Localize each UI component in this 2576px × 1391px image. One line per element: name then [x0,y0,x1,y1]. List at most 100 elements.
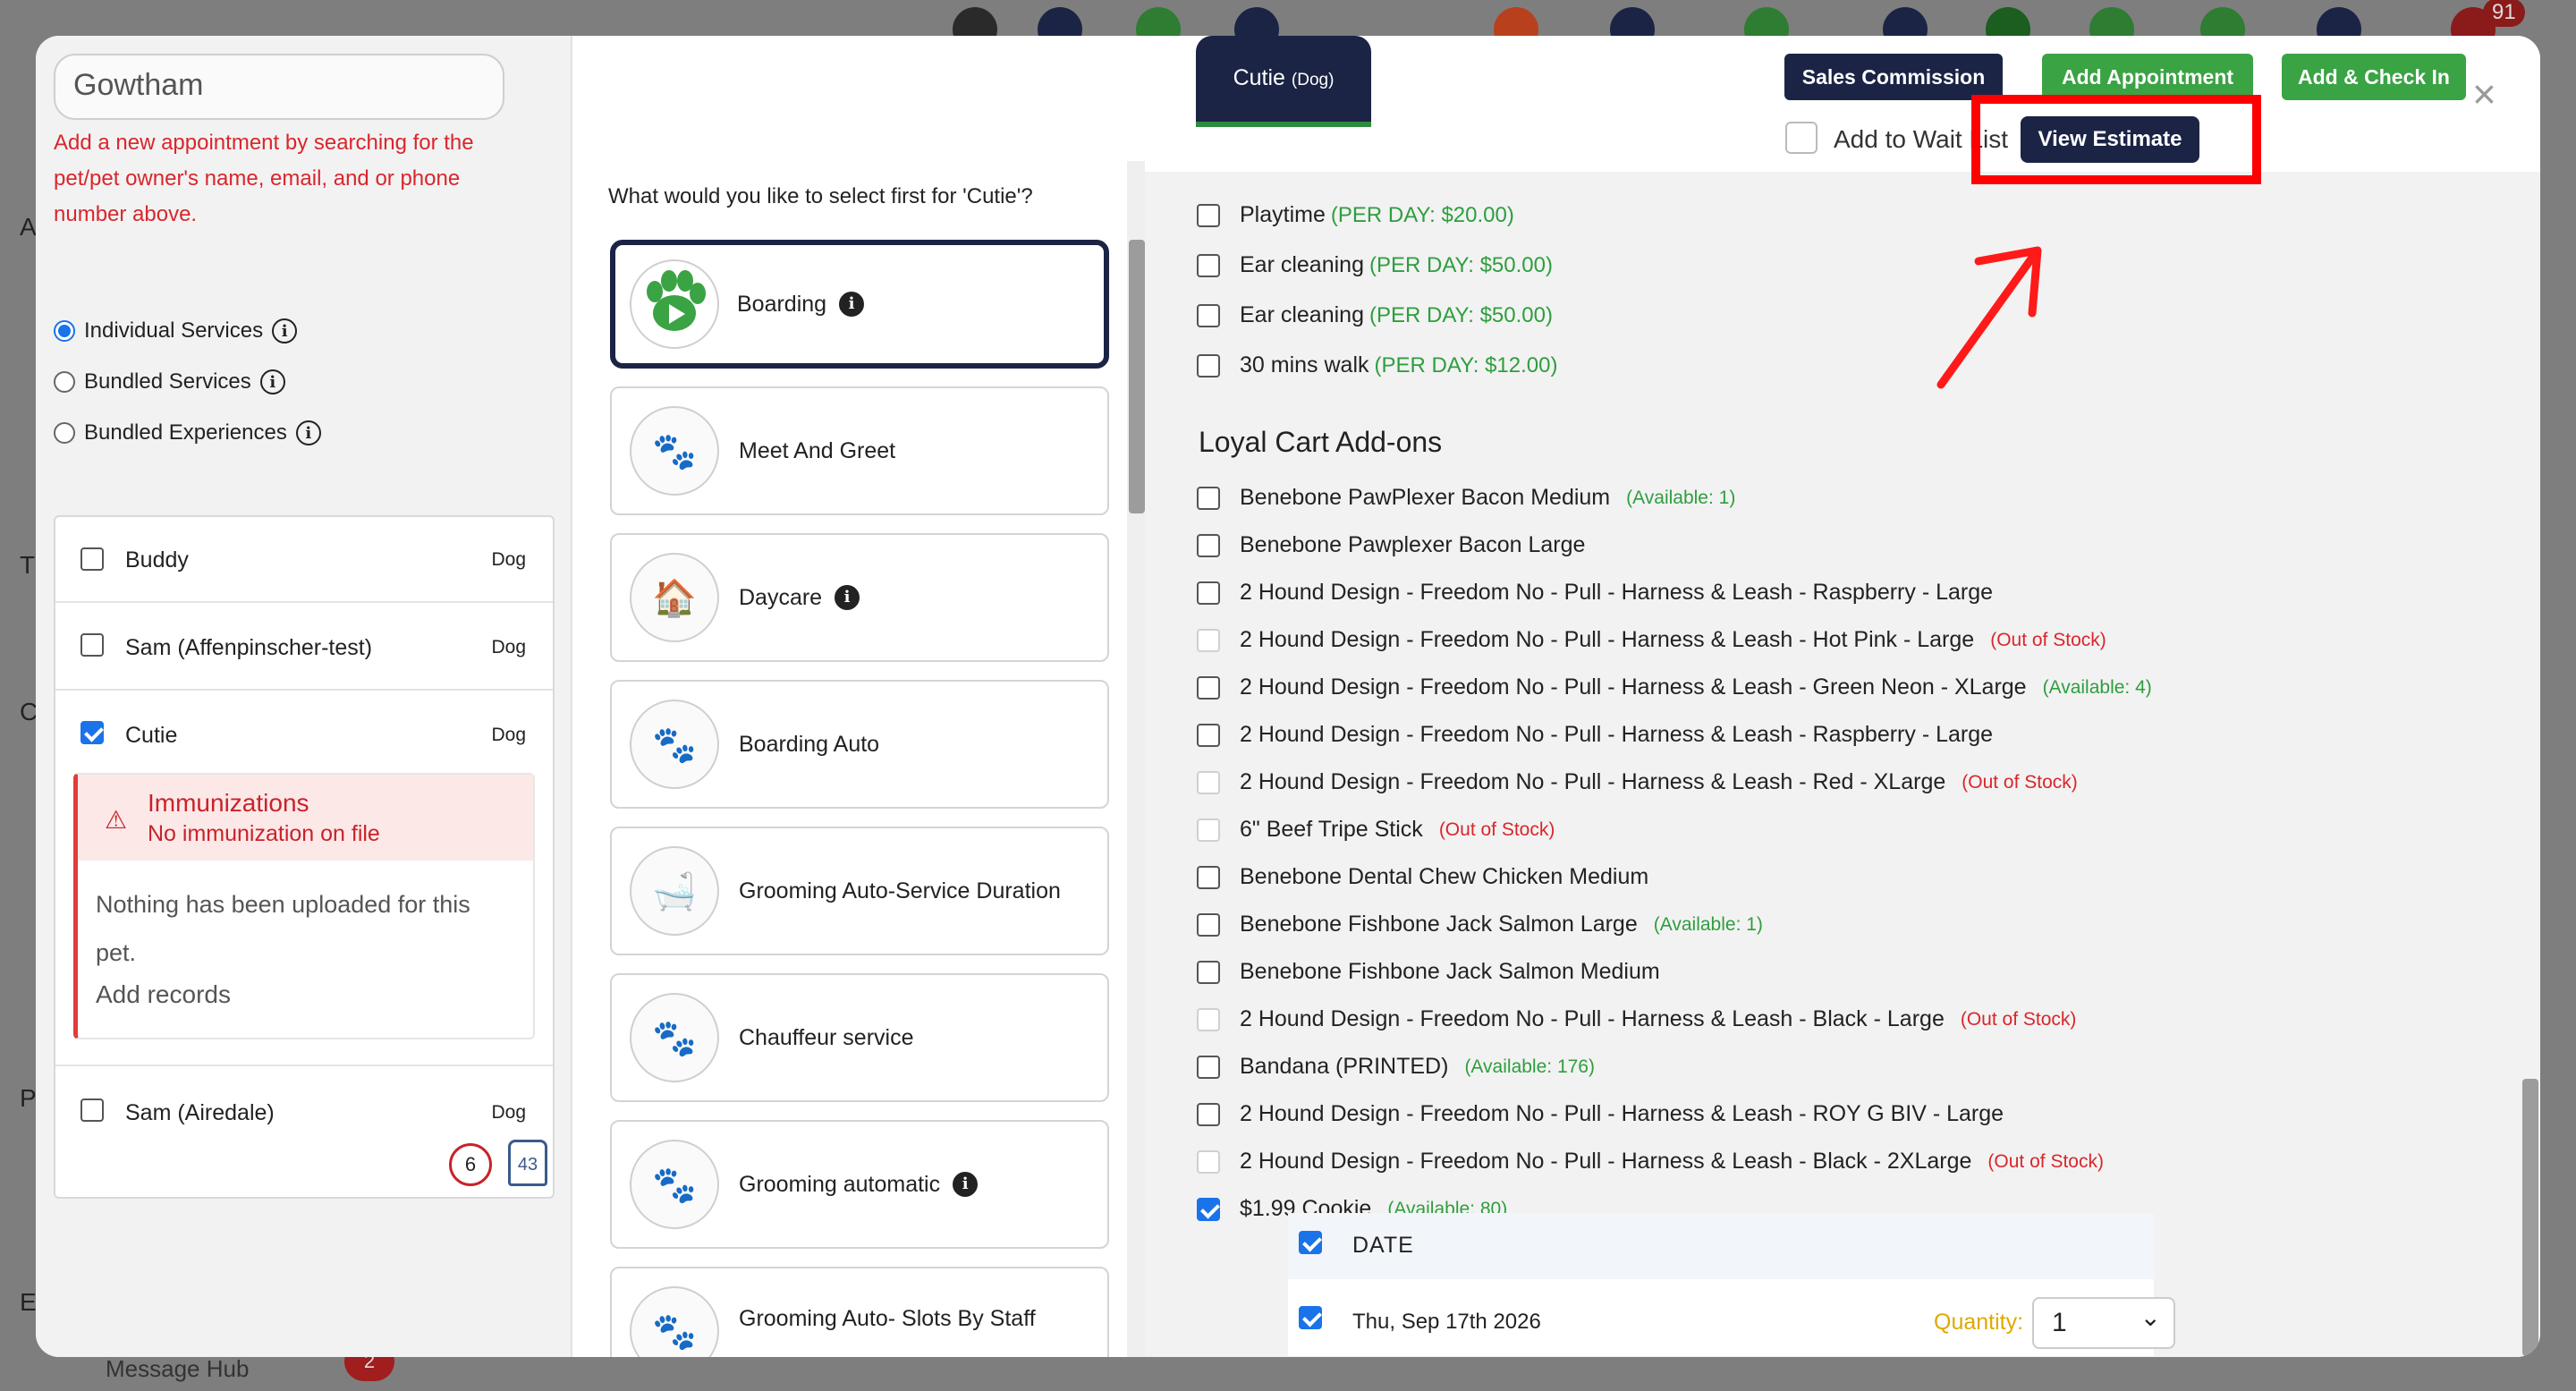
loyal-cart-checkbox[interactable] [1197,770,1220,794]
pet-search-input[interactable]: Gowtham [54,54,504,120]
background-toolbar: 91 [0,0,2576,52]
service-label-group: Grooming automatic i [739,1122,979,1247]
background-letter: A [20,213,37,241]
add-check-in-button[interactable]: Add & Check In [2282,54,2466,100]
quantity-select[interactable]: 1 [2032,1297,2175,1349]
pet-checkbox[interactable] [80,633,104,657]
loyal-cart-checkbox[interactable] [1197,1197,1220,1221]
loyal-cart-checkbox[interactable] [1197,912,1220,937]
addon-row[interactable]: Ear cleaning (PER DAY: $50.00) [1197,302,1553,328]
info-icon[interactable]: i [839,292,865,317]
service-card-grooming-automatic[interactable]: 🐾 Grooming automatic i [610,1120,1109,1249]
pet-row-cutie[interactable]: Cutie Dog ⚠ Immunizations No immunizatio… [55,691,553,1066]
add-appointment-button[interactable]: Add Appointment [2042,54,2253,100]
loyal-cart-checkbox[interactable] [1197,628,1220,652]
loyal-cart-checkbox[interactable] [1197,1149,1220,1174]
add-records-link[interactable]: Add records [96,980,231,1009]
close-icon[interactable]: × [2472,70,2496,118]
loyal-cart-row[interactable]: 2 Hound Design - Freedom No - Pull - Har… [1197,674,2152,700]
service-card-grooming-auto-service-duration[interactable]: 🛁 Grooming Auto-Service Duration [610,827,1109,955]
service-card-meet-and-greet[interactable]: 🐾 Meet And Greet [610,386,1109,515]
loyal-cart-row[interactable]: Bandana (PRINTED) (Available: 176) [1197,1054,1595,1080]
addon-checkbox[interactable] [1197,203,1220,227]
immunization-alert: ⚠ Immunizations No immunization on file … [73,773,535,1039]
pet-name: Sam (Airedale) [125,1100,275,1125]
addon-checkbox[interactable] [1197,353,1220,377]
addon-checkbox[interactable] [1197,303,1220,327]
radio-bundled-experiences[interactable]: Bundled Experiences i [54,420,321,445]
pet-checkbox[interactable] [80,547,104,571]
addon-row[interactable]: Ear cleaning (PER DAY: $50.00) [1197,252,1553,278]
loyal-cart-row[interactable]: 2 Hound Design - Freedom No - Pull - Har… [1197,1149,2104,1175]
loyal-cart-checkbox[interactable] [1197,1055,1220,1079]
pet-name: Sam (Affenpinscher-test) [125,635,373,660]
info-icon[interactable]: i [295,420,321,445]
loyal-cart-row[interactable]: 2 Hound Design - Freedom No - Pull - Har… [1197,722,1993,748]
info-icon[interactable]: i [259,369,285,394]
loyal-cart-row[interactable]: 2 Hound Design - Freedom No - Pull - Har… [1197,627,2106,653]
loyal-cart-checkbox[interactable] [1197,1102,1220,1126]
loyal-cart-label: 2 Hound Design - Freedom No - Pull - Har… [1240,1101,2004,1126]
service-label: Meet And Greet [739,438,896,463]
loyal-cart-checkbox[interactable] [1197,675,1220,700]
loyal-cart-checkbox[interactable] [1197,818,1220,842]
out-of-stock-note: (Out of Stock) [1960,1008,2077,1030]
wait-list-checkbox[interactable] [1785,122,1818,154]
loyal-cart-checkbox[interactable] [1197,486,1220,510]
addon-row[interactable]: Playtime (PER DAY: $20.00) [1197,202,1514,228]
loyal-cart-checkbox[interactable] [1197,581,1220,605]
addon-row[interactable]: 30 mins walk (PER DAY: $12.00) [1197,352,1557,378]
loyal-cart-checkbox[interactable] [1197,1007,1220,1031]
info-icon[interactable]: i [272,318,298,344]
pet-name: Buddy [125,547,189,573]
loyal-cart-row[interactable]: Benebone Dental Chew Chicken Medium [1197,864,1648,890]
service-card-grooming-auto-slots-by-staff[interactable]: 🐾 Grooming Auto- Slots By Staff [610,1267,1109,1357]
loyal-cart-row[interactable]: Benebone PawPlexer Bacon Medium (Availabl… [1197,485,1735,511]
loyal-cart-row[interactable]: Benebone Fishbone Jack Salmon Medium [1197,959,1660,985]
radio-bundled-services[interactable]: Bundled Services i [54,369,285,394]
date-header-checkbox[interactable] [1299,1231,1322,1254]
loyal-cart-row[interactable]: 2 Hound Design - Freedom No - Pull - Har… [1197,1101,2004,1127]
pet-checkbox[interactable] [80,1098,104,1122]
radio-button[interactable] [54,371,75,393]
loyal-cart-checkbox[interactable] [1197,723,1220,747]
service-scrollbar-thumb[interactable] [1129,240,1145,513]
pet-row-buddy[interactable]: Buddy Dog [55,517,553,603]
pet-checkbox[interactable] [80,721,104,744]
loyal-cart-row[interactable]: 2 Hound Design - Freedom No - Pull - Har… [1197,1006,2076,1032]
sales-commission-button[interactable]: Sales Commission [1784,54,2003,100]
pet-tab-cutie[interactable]: Cutie (Dog) [1196,36,1371,127]
radio-individual-services[interactable]: Individual Services i [54,318,298,344]
loyal-cart-row[interactable]: 6" Beef Tripe Stick (Out of Stock) [1197,817,1555,843]
service-card-boarding[interactable]: Boarding i [610,240,1109,369]
pet-species: Dog [491,637,526,657]
service-card-boarding-auto[interactable]: 🐾 Boarding Auto [610,680,1109,809]
loyal-cart-row[interactable]: Benebone Pawplexer Bacon Large [1197,532,1585,558]
service-card-chauffeur-service[interactable]: 🐾 Chauffeur service [610,973,1109,1102]
loyal-cart-checkbox[interactable] [1197,533,1220,557]
loyal-cart-row[interactable]: Benebone Fishbone Jack Salmon Large (Avai… [1197,912,1763,937]
message-hub-label: Message Hub [106,1355,250,1382]
background-letter: E [20,1288,37,1316]
out-of-stock-note: (Out of Stock) [1962,771,2078,793]
date-checkbox[interactable] [1299,1306,1322,1329]
service-question: What would you like to select first for … [608,184,1033,208]
date-section: DATE Thu, Sep 17th 2026 Quantity: 1 [1288,1213,2175,1356]
loyal-cart-checkbox[interactable] [1197,960,1220,984]
loyal-cart-row[interactable]: 2 Hound Design - Freedom No - Pull - Har… [1197,769,2078,795]
info-icon[interactable]: i [953,1172,979,1197]
radio-button[interactable] [54,422,75,444]
radio-button[interactable] [54,320,75,342]
addon-checkbox[interactable] [1197,253,1220,277]
date-header-label: DATE [1352,1233,1414,1258]
pet-species: Dog [491,549,526,570]
out-of-stock-note: (Out of Stock) [1987,1150,2104,1172]
service-card-daycare[interactable]: 🏠 Daycare i [610,533,1109,662]
pet-species: Dog [491,725,526,745]
info-icon[interactable]: i [835,585,860,610]
loyal-cart-checkbox[interactable] [1197,865,1220,889]
loyal-cart-label: 2 Hound Design - Freedom No - Pull - Har… [1240,580,1994,605]
pet-row-sam-affenpinscher[interactable]: Sam (Affenpinscher-test) Dog [55,603,553,691]
add-ons-scrollbar-thumb[interactable] [2522,1079,2538,1356]
loyal-cart-row[interactable]: 2 Hound Design - Freedom No - Pull - Har… [1197,580,1993,606]
